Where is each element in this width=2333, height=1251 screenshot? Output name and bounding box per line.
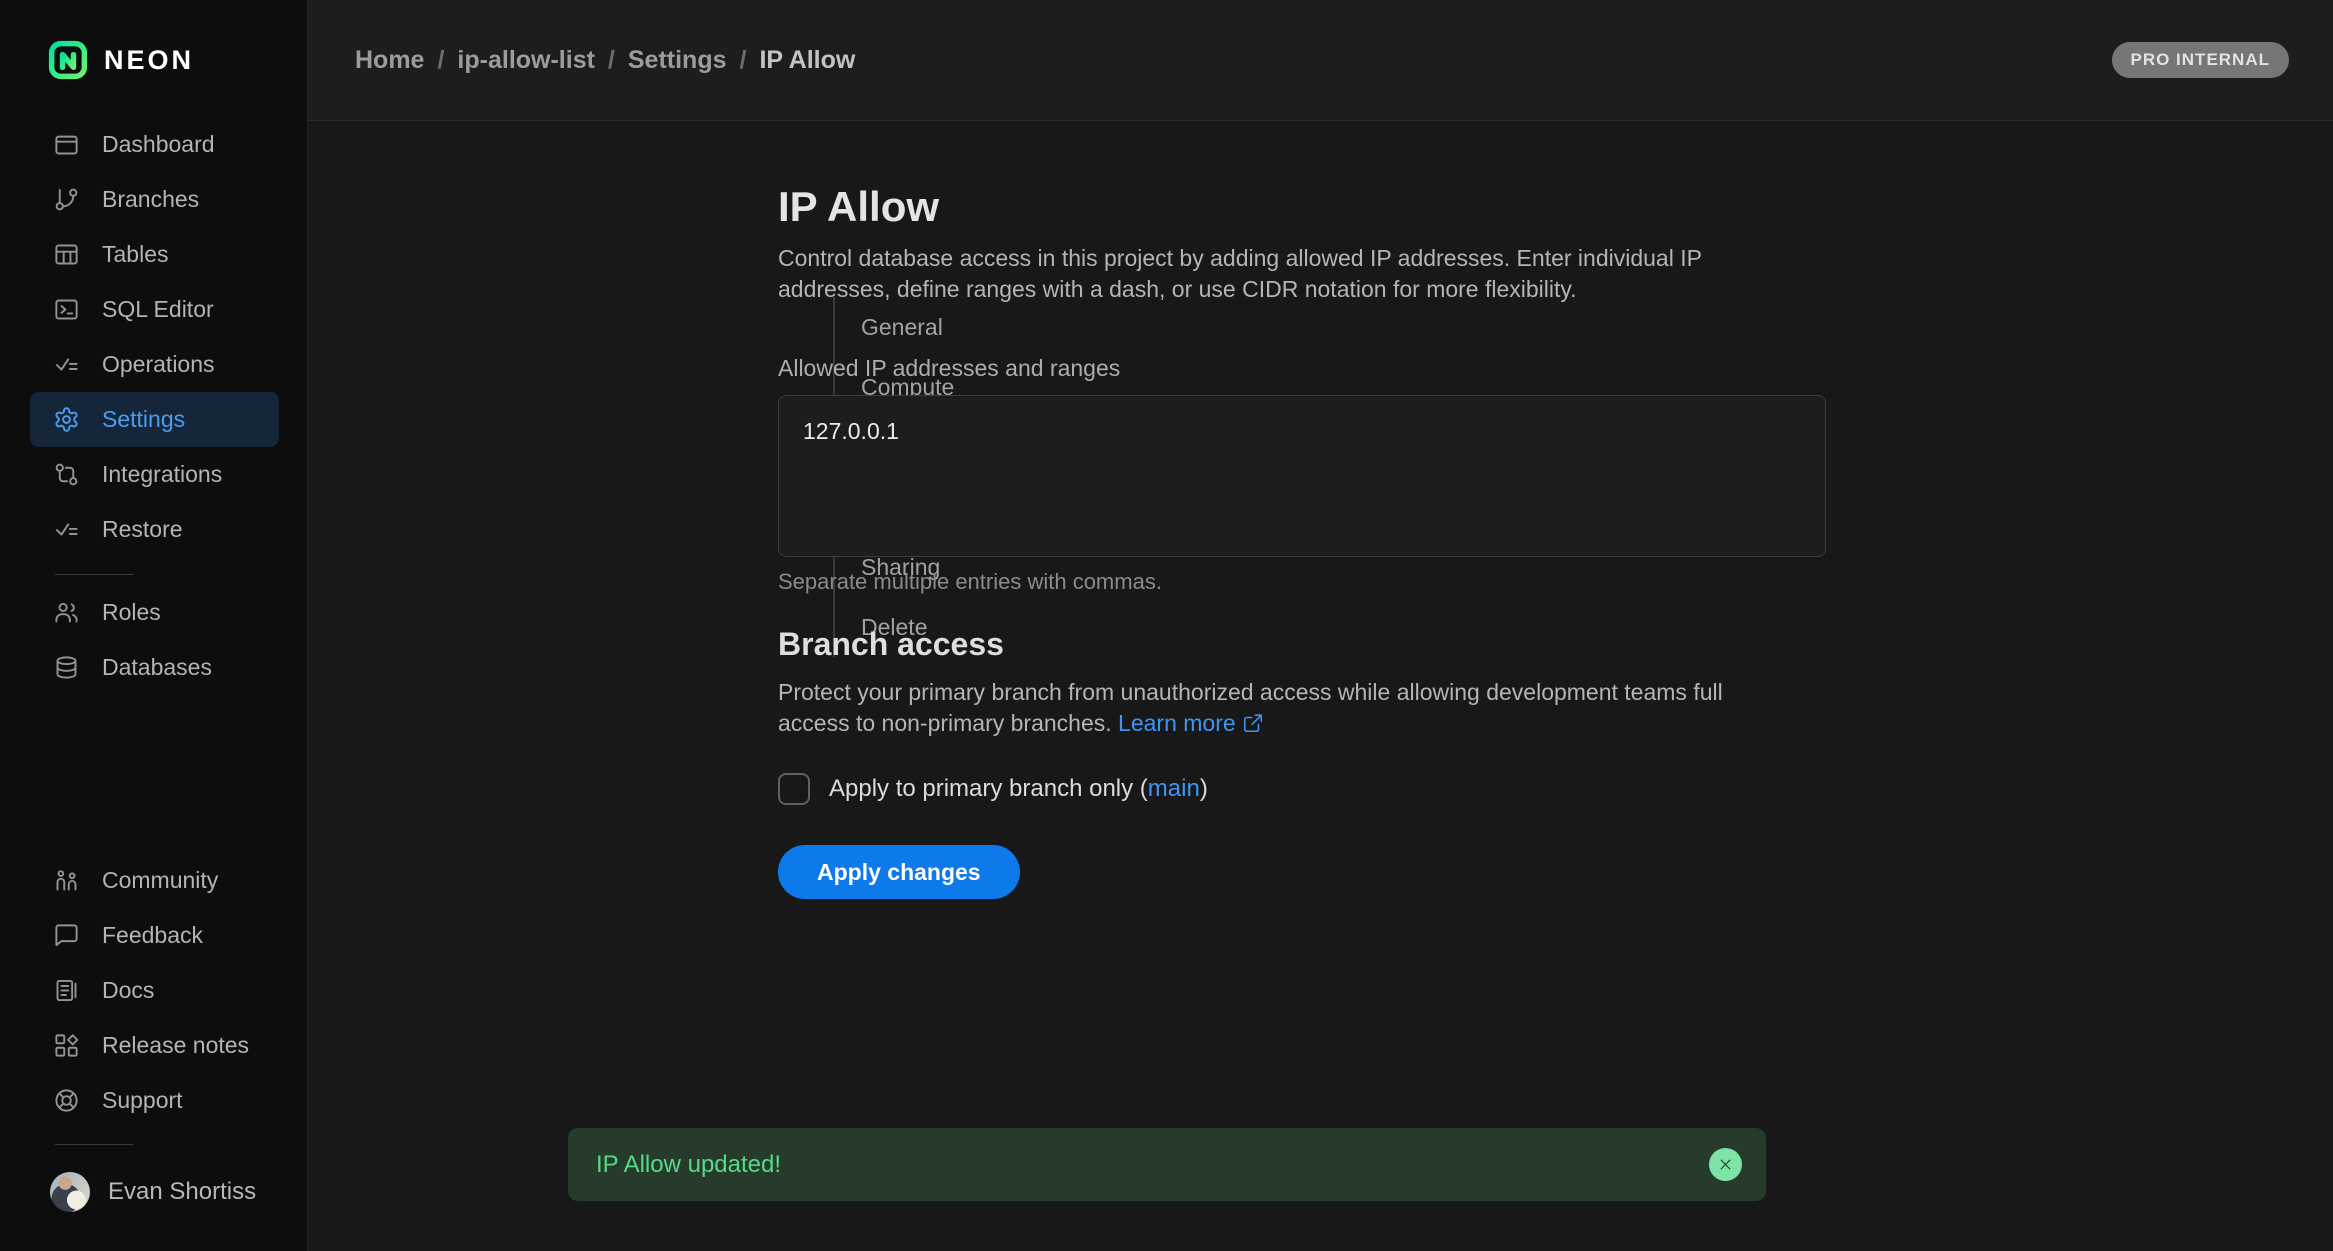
users-icon: [53, 599, 80, 626]
primary-branch-row: Apply to primary branch only (main): [778, 773, 1838, 805]
brand-name: NEON: [104, 45, 194, 76]
branch-access-description: Protect your primary branch from unautho…: [778, 677, 1783, 739]
ip-allow-description: Control database access in this project …: [778, 243, 1783, 305]
release-notes-icon: [53, 1032, 80, 1059]
sidebar-item-label: Integrations: [102, 461, 222, 488]
sidebar-divider: [55, 1144, 133, 1145]
breadcrumb-separator: /: [740, 46, 747, 75]
sidebar-item-label: Tables: [102, 241, 168, 268]
git-branch-icon: [53, 186, 80, 213]
sidebar-item-support[interactable]: Support: [30, 1073, 279, 1128]
sidebar-item-label: Roles: [102, 599, 161, 626]
life-buoy-icon: [53, 1087, 80, 1114]
content-area: General Compute IP Allow Storage Sharing…: [308, 121, 2333, 1251]
sidebar: NEON Dashboard Branches Tables SQL Edito…: [0, 0, 308, 1251]
success-toast: IP Allow updated!: [568, 1128, 1766, 1201]
main-branch-link[interactable]: main: [1148, 775, 1200, 802]
speech-bubble-icon: [53, 922, 80, 949]
sidebar-divider: [55, 574, 133, 575]
ip-addresses-textarea[interactable]: 127.0.0.1: [778, 395, 1826, 557]
toast-close-button[interactable]: [1709, 1148, 1742, 1181]
primary-branch-checkbox[interactable]: [778, 773, 810, 805]
plan-badge: PRO INTERNAL: [2112, 42, 2290, 78]
sidebar-item-label: Support: [102, 1087, 183, 1114]
gear-icon: [53, 406, 80, 433]
sidebar-primary-nav: Dashboard Branches Tables SQL Editor Ope…: [30, 117, 279, 557]
sidebar-item-feedback[interactable]: Feedback: [30, 908, 279, 963]
database-icon: [53, 654, 80, 681]
sidebar-item-databases[interactable]: Databases: [30, 640, 279, 695]
branch-access-title: Branch access: [778, 625, 1838, 663]
community-icon: [53, 867, 80, 894]
checkbox-label-prefix: Apply to primary branch only (: [829, 775, 1148, 802]
user-menu[interactable]: Evan Shortiss: [50, 1172, 256, 1212]
learn-more-label: Learn more: [1118, 710, 1236, 736]
sidebar-secondary-nav: Roles Databases: [30, 585, 279, 695]
breadcrumb-separator: /: [437, 46, 444, 75]
sidebar-item-dashboard[interactable]: Dashboard: [30, 117, 279, 172]
sidebar-item-community[interactable]: Community: [30, 853, 279, 908]
top-bar: Home / ip-allow-list / Settings / IP All…: [308, 0, 2333, 121]
dashboard-icon: [53, 131, 80, 158]
sidebar-item-integrations[interactable]: Integrations: [30, 447, 279, 502]
sidebar-item-operations[interactable]: Operations: [30, 337, 279, 392]
sidebar-item-settings[interactable]: Settings: [30, 392, 279, 447]
avatar: [50, 1172, 90, 1212]
main-column: Home / ip-allow-list / Settings / IP All…: [308, 0, 2333, 1251]
learn-more-link[interactable]: Learn more: [1118, 710, 1264, 736]
sidebar-item-restore[interactable]: Restore: [30, 502, 279, 557]
terminal-icon: [53, 296, 80, 323]
page-title: IP Allow: [778, 183, 1838, 231]
external-link-icon: [1242, 712, 1264, 734]
sidebar-item-label: Dashboard: [102, 131, 215, 158]
apply-changes-button[interactable]: Apply changes: [778, 845, 1020, 899]
brand-logo[interactable]: NEON: [48, 40, 194, 80]
sidebar-item-label: Settings: [102, 406, 185, 433]
restore-checklist-icon: [53, 516, 80, 543]
neon-logo-icon: [48, 40, 88, 80]
breadcrumb: Home / ip-allow-list / Settings / IP All…: [355, 46, 855, 75]
sidebar-item-label: SQL Editor: [102, 296, 214, 323]
app-root: NEON Dashboard Branches Tables SQL Edito…: [0, 0, 2333, 1251]
close-icon: [1718, 1157, 1733, 1172]
sidebar-item-label: Community: [102, 867, 218, 894]
sidebar-item-release-notes[interactable]: Release notes: [30, 1018, 279, 1073]
sidebar-item-label: Feedback: [102, 922, 203, 949]
breadcrumb-current: IP Allow: [759, 46, 855, 75]
sidebar-tertiary-nav: Community Feedback Docs Release notes Su…: [30, 853, 279, 1128]
user-name: Evan Shortiss: [108, 1178, 256, 1206]
git-compare-icon: [53, 461, 80, 488]
sidebar-item-tables[interactable]: Tables: [30, 227, 279, 282]
table-icon: [53, 241, 80, 268]
breadcrumb-project[interactable]: ip-allow-list: [457, 46, 595, 75]
breadcrumb-home[interactable]: Home: [355, 46, 424, 75]
checklist-icon: [53, 351, 80, 378]
sidebar-item-docs[interactable]: Docs: [30, 963, 279, 1018]
checkbox-label-suffix: ): [1200, 775, 1208, 802]
sidebar-item-label: Operations: [102, 351, 215, 378]
document-icon: [53, 977, 80, 1004]
sidebar-item-branches[interactable]: Branches: [30, 172, 279, 227]
sidebar-item-label: Restore: [102, 516, 183, 543]
primary-branch-label: Apply to primary branch only (main): [829, 775, 1208, 803]
sidebar-item-roles[interactable]: Roles: [30, 585, 279, 640]
ip-field-help: Separate multiple entries with commas.: [778, 569, 1838, 595]
breadcrumb-separator: /: [608, 46, 615, 75]
sidebar-item-sql-editor[interactable]: SQL Editor: [30, 282, 279, 337]
toast-message: IP Allow updated!: [596, 1151, 1709, 1179]
breadcrumb-settings[interactable]: Settings: [628, 46, 727, 75]
ip-allow-panel: IP Allow Control database access in this…: [778, 183, 1838, 899]
sidebar-item-label: Release notes: [102, 1032, 249, 1059]
sidebar-item-label: Databases: [102, 654, 212, 681]
sidebar-item-label: Docs: [102, 977, 154, 1004]
sidebar-item-label: Branches: [102, 186, 199, 213]
ip-field-label: Allowed IP addresses and ranges: [778, 355, 1838, 382]
